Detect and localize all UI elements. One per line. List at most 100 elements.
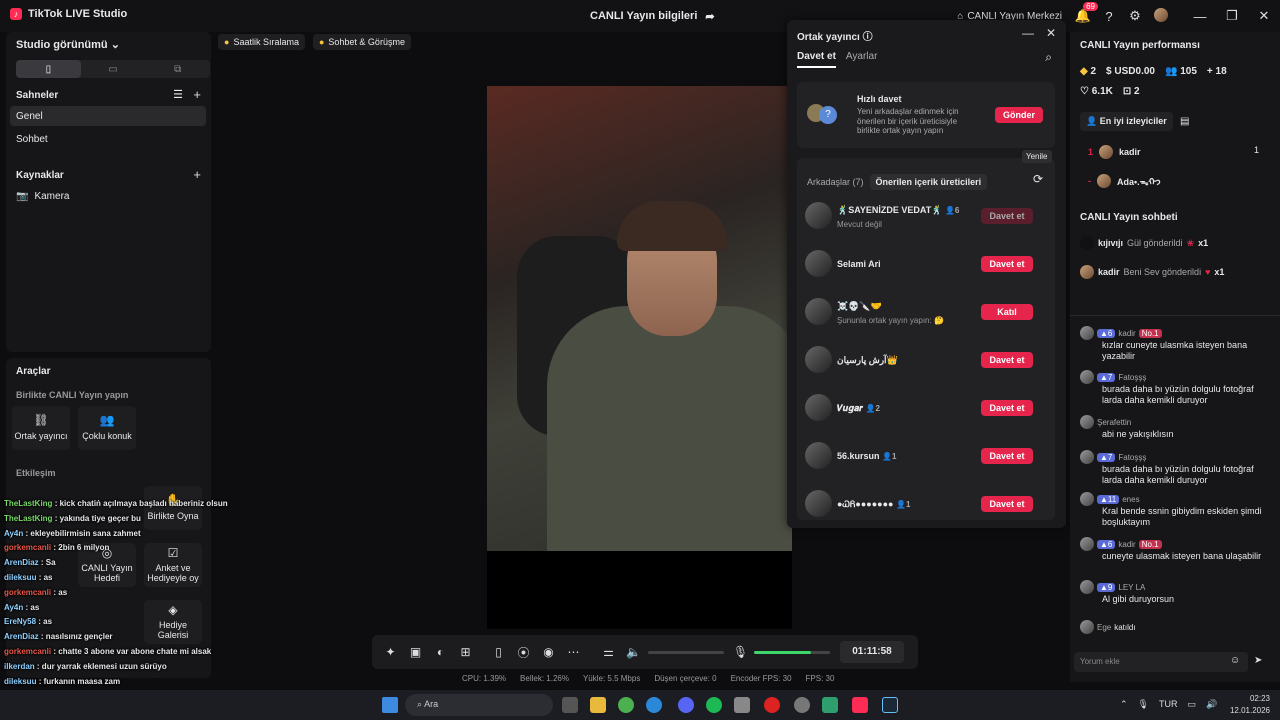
overlay-chat-user: gorkemcanli: [4, 647, 52, 656]
tab-friends[interactable]: Arkadaşlar (7): [807, 177, 864, 187]
app-icon[interactable]: [822, 697, 838, 713]
top-viewer-row[interactable]: - Ada•.ᯓᡣ𐭩: [1088, 172, 1161, 189]
add-media-icon[interactable]: ⊞: [453, 645, 478, 659]
cpu-stat: CPU: 1.39%: [462, 674, 507, 683]
usd-value: USD0.00: [1114, 66, 1155, 77]
task-view-icon[interactable]: [562, 697, 578, 713]
maximize-window-icon[interactable]: ❐: [1216, 8, 1248, 24]
invite-button[interactable]: Davet et: [981, 208, 1033, 224]
camera-switch-icon[interactable]: ◉: [536, 645, 561, 659]
gift-user: kadir: [1098, 267, 1120, 277]
info-icon[interactable]: ⓘ: [863, 32, 873, 43]
tab-settings[interactable]: Ayarlar: [846, 51, 878, 68]
live-info-link[interactable]: CANLI Yayın bilgileri ➦: [590, 10, 715, 23]
top-viewer-row[interactable]: 1 kadir: [1088, 145, 1141, 159]
sources-title: Kaynaklar: [16, 170, 64, 181]
invite-button[interactable]: Davet et: [981, 352, 1033, 368]
volume-icon[interactable]: 🔊: [1206, 699, 1217, 710]
list-icon[interactable]: ▤: [1180, 116, 1189, 127]
quick-invite-card: ? Hızlı davet Yeni arkadaşlar edinmek iç…: [797, 82, 1055, 148]
coop-host-button[interactable]: ⛓ Ortak yayıncı: [12, 406, 70, 450]
phone-icon[interactable]: ▯: [486, 645, 511, 659]
notification-bell-icon[interactable]: 🔔 69: [1070, 2, 1098, 24]
chrome-icon[interactable]: [618, 697, 634, 713]
diamonds-stat: ◆ 2: [1080, 66, 1096, 77]
modal-minimize-icon[interactable]: —: [1022, 26, 1034, 40]
send-icon[interactable]: ➤: [1254, 655, 1262, 666]
quick-send-button[interactable]: Gönder: [995, 107, 1043, 123]
hourly-ranking-chip[interactable]: ● Saatlik Sıralama: [218, 34, 305, 50]
profile-avatar[interactable]: [1148, 7, 1174, 25]
studio-view-dropdown[interactable]: Studio görünümü ⌄: [16, 38, 120, 51]
more-icon[interactable]: ⋯: [561, 645, 586, 659]
close-window-icon[interactable]: ✕: [1248, 8, 1280, 24]
windows-start-icon[interactable]: [382, 697, 398, 713]
add-source-icon[interactable]: +: [193, 167, 201, 182]
scene-genel[interactable]: Genel: [10, 106, 206, 126]
gift-event: kadir Beni Sev gönderildi ♥ x1: [1080, 265, 1224, 279]
invite-button[interactable]: Davet et: [981, 400, 1033, 416]
tab-invite[interactable]: Davet et: [797, 51, 836, 68]
app-icon[interactable]: [794, 697, 810, 713]
overlay-chat-line: TheLastKing : kick chatiṅ açılmaya başl…: [4, 499, 228, 508]
discord-icon[interactable]: [678, 697, 694, 713]
tab-suggested-creators[interactable]: Önerilen içerik üreticileri: [869, 174, 988, 190]
dropped-frames-stat: Düşen çerçeve: 0: [654, 674, 717, 683]
likes-stat: ♡ 6.1K: [1080, 86, 1113, 97]
join-button[interactable]: Katıl: [981, 304, 1033, 320]
invite-button[interactable]: Davet et: [981, 256, 1033, 272]
chat-input[interactable]: Yorum ekle: [1074, 652, 1248, 672]
microphone-icon[interactable]: 🎙: [728, 645, 753, 659]
list-icon[interactable]: ☰: [173, 88, 183, 101]
tiktok-studio-icon[interactable]: [852, 697, 868, 713]
effects-icon[interactable]: ▣: [403, 645, 428, 659]
steam-icon[interactable]: [882, 697, 898, 713]
chevron-up-icon[interactable]: ⌃: [1120, 699, 1128, 710]
opera-icon[interactable]: [764, 697, 780, 713]
tiktok-logo-icon: ♪: [10, 8, 22, 20]
search-icon[interactable]: ⌕: [1045, 50, 1052, 65]
mic-volume-slider[interactable]: [754, 651, 830, 654]
multi-view-icon[interactable]: ⧉: [145, 60, 210, 78]
clock[interactable]: 02:23 12.01.2026: [1230, 693, 1270, 717]
help-icon[interactable]: ?: [1096, 9, 1122, 24]
add-scene-icon[interactable]: +: [193, 87, 201, 102]
scene-sohbet[interactable]: Sohbet: [10, 129, 206, 149]
app-icon[interactable]: [734, 697, 750, 713]
magic-wand-icon[interactable]: ✦: [378, 645, 403, 659]
emoji-icon[interactable]: ☺: [1230, 655, 1240, 666]
multi-guest-button[interactable]: 👥 Çoklu konuk: [78, 406, 136, 450]
taskbar-search[interactable]: ⌕ Ara: [405, 694, 553, 716]
beauty-icon[interactable]: ◐: [428, 645, 453, 659]
creator-row: 𝑽𝒖𝒈𝒂𝒓 👤2 Davet et: [805, 394, 1051, 424]
level-value: 6: [1107, 539, 1113, 549]
refresh-icon[interactable]: ⟳: [1033, 172, 1043, 186]
likes-value: 6.1K: [1091, 86, 1113, 97]
record-icon[interactable]: ⦿: [511, 644, 536, 661]
source-camera[interactable]: 📷 Kamera: [16, 191, 69, 202]
mixer-icon[interactable]: ⚌: [596, 645, 621, 659]
settings-gear-icon[interactable]: ⚙: [1122, 8, 1148, 24]
speaker-icon[interactable]: 🔈: [621, 645, 646, 659]
gift-gallery-button[interactable]: ◈ Hediye Galerisi: [144, 600, 202, 644]
poll-button[interactable]: ☑ Anket ve Hediyeyle oy: [144, 543, 202, 587]
language-indicator[interactable]: TUR: [1159, 699, 1178, 710]
invite-button[interactable]: Davet et: [981, 448, 1033, 464]
file-explorer-icon[interactable]: [590, 697, 606, 713]
landscape-view-icon[interactable]: ▭: [81, 60, 146, 78]
edge-icon[interactable]: [646, 697, 662, 713]
network-icon[interactable]: ▭: [1187, 699, 1196, 710]
portrait-view-icon[interactable]: ▯: [16, 60, 81, 78]
mic-tray-icon[interactable]: 🎙: [1138, 699, 1149, 710]
play-together-button[interactable]: ✋ Birlikte Oyna: [144, 486, 202, 530]
chat-meeting-chip[interactable]: ● Sohbet & Görüşme: [312, 34, 411, 50]
minimize-window-icon[interactable]: —: [1184, 9, 1216, 24]
spotify-icon[interactable]: [706, 697, 722, 713]
invite-button[interactable]: Davet et: [981, 496, 1033, 512]
speaker-volume-slider[interactable]: [648, 651, 724, 654]
gift-event: kıjıvıjı Gül gönderildi ❀ x1: [1080, 236, 1208, 250]
modal-close-icon[interactable]: ✕: [1046, 26, 1056, 40]
chat-text: burada daha bı yüzün dolgulu fotoğraf la…: [1102, 464, 1254, 485]
top-viewers-button[interactable]: 👤 En iyi izleyiciler: [1080, 112, 1173, 131]
performance-title: CANLI Yayın performansı: [1080, 40, 1200, 51]
